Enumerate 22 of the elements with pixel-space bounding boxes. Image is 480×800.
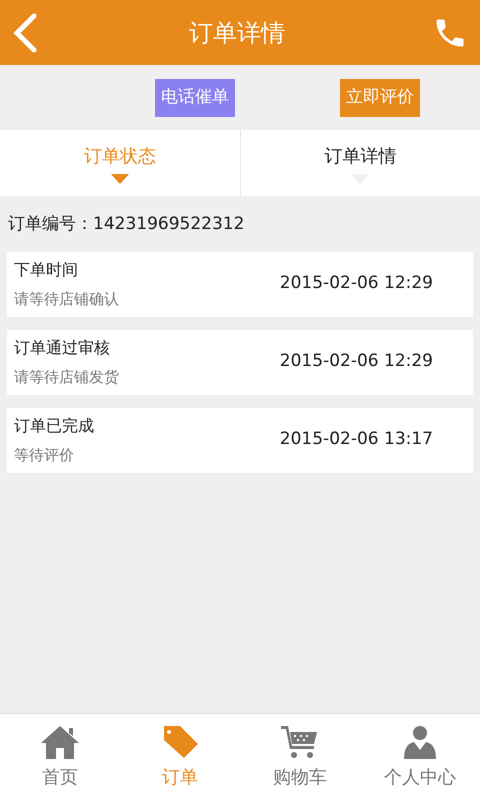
status-note: 等待评价 [14, 444, 75, 466]
status-time: 2015-02-06 12:29 [280, 272, 433, 296]
status-time: 2015-02-06 13:17 [280, 428, 433, 452]
status-note: 请等待店铺确认 [14, 288, 119, 310]
page-title: 订单详情 [189, 18, 285, 48]
home-icon [40, 724, 80, 760]
tab[interactable]: 订单状态 [0, 130, 240, 196]
nav-tab[interactable]: 首页 [0, 714, 120, 800]
status-title: 订单通过审核 [14, 336, 111, 359]
action-button[interactable]: 立即评价 [340, 78, 420, 116]
action-button[interactable]: 电话催单 [155, 78, 235, 116]
status-title: 订单已完成 [14, 414, 94, 437]
status-title: 下单时间 [14, 258, 79, 281]
status-note: 请等待店铺发货 [14, 366, 119, 388]
cart-icon [280, 724, 320, 760]
nav-tab[interactable]: 购物车 [240, 714, 360, 800]
nav-tab[interactable]: 个人中心 [360, 714, 480, 800]
triangle-icon [110, 174, 129, 184]
order-number: 订单编号：14231969522312 [8, 214, 244, 234]
tab[interactable]: 订单详情 [240, 130, 480, 196]
nav-tab[interactable]: 订单 [120, 714, 240, 800]
status-time: 2015-02-06 12:29 [280, 350, 433, 374]
